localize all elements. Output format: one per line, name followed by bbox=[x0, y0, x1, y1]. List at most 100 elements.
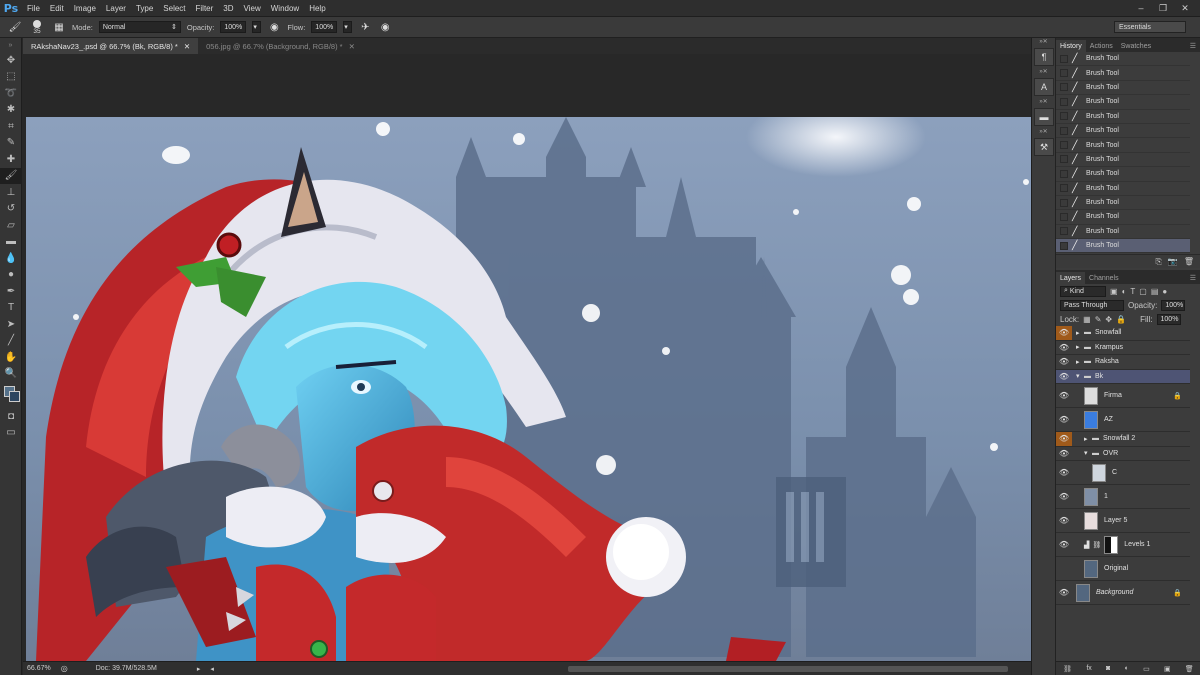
menu-select[interactable]: Select bbox=[158, 0, 190, 17]
brush-tool-icon[interactable]: 🖌 bbox=[0, 167, 22, 184]
history-source-checkbox[interactable] bbox=[1060, 184, 1068, 193]
layer-row[interactable]: 👁 Background 🔒 bbox=[1056, 581, 1190, 605]
history-item[interactable]: ╱ Brush Tool bbox=[1056, 81, 1190, 96]
layer-row[interactable]: 👁 ▸ ▬ Raksha bbox=[1056, 355, 1190, 370]
filter-toggle-icon[interactable]: ● bbox=[1162, 287, 1167, 296]
history-item[interactable]: ╱ Brush Tool bbox=[1056, 196, 1190, 211]
menu-file[interactable]: File bbox=[22, 0, 45, 17]
dock-collapse-icon[interactable]: »✕ bbox=[1032, 98, 1055, 106]
close-icon[interactable]: ✕ bbox=[349, 42, 355, 51]
brush-presets-icon[interactable]: ▬ bbox=[1034, 108, 1054, 126]
history-brush-tool-icon[interactable]: ↺ bbox=[0, 201, 22, 218]
eraser-tool-icon[interactable]: ▱ bbox=[0, 217, 22, 234]
history-source-checkbox[interactable] bbox=[1060, 112, 1068, 121]
history-source-checkbox[interactable] bbox=[1060, 97, 1068, 106]
gradient-tool-icon[interactable]: ▬ bbox=[0, 234, 22, 251]
flow-dropdown[interactable]: ▾ bbox=[343, 21, 353, 33]
pressure-opacity-icon[interactable]: ◉ bbox=[267, 20, 281, 34]
filter-shape-icon[interactable]: ▢ bbox=[1139, 287, 1147, 296]
history-item[interactable]: ╱ Brush Tool bbox=[1056, 210, 1190, 225]
lock-pixels-icon[interactable]: ✎ bbox=[1095, 315, 1102, 324]
opacity-field[interactable]: 100% bbox=[220, 21, 247, 33]
magic-wand-tool-icon[interactable]: ✱ bbox=[0, 102, 22, 119]
dock-collapse-icon[interactable]: »✕ bbox=[1032, 68, 1055, 76]
history-source-checkbox[interactable] bbox=[1060, 198, 1068, 207]
history-source-checkbox[interactable] bbox=[1060, 69, 1068, 78]
visibility-eye-icon[interactable]: 👁 bbox=[1056, 370, 1072, 384]
healing-tool-icon[interactable]: ✚ bbox=[0, 151, 22, 168]
menu-layer[interactable]: Layer bbox=[101, 0, 131, 17]
menu-3d[interactable]: 3D bbox=[218, 0, 238, 17]
lock-all-icon[interactable]: 🔒 bbox=[1116, 315, 1126, 324]
history-source-checkbox[interactable] bbox=[1060, 241, 1068, 250]
visibility-eye-icon[interactable]: 👁 bbox=[1056, 485, 1072, 508]
filter-type-icon[interactable]: T bbox=[1130, 287, 1135, 296]
chevron-down-icon[interactable]: ▾ bbox=[1084, 449, 1092, 457]
hand-tool-icon[interactable]: ✋ bbox=[0, 349, 22, 366]
brush-icon[interactable]: 🖌 bbox=[8, 20, 22, 34]
visibility-eye-icon[interactable]: 👁 bbox=[1056, 326, 1072, 340]
brush-preset-picker[interactable]: 35 bbox=[28, 19, 46, 35]
history-source-checkbox[interactable] bbox=[1060, 169, 1068, 178]
status-menu-icon[interactable]: ▸ bbox=[197, 665, 201, 673]
layer-row[interactable]: 👁 Layer 5 bbox=[1056, 509, 1190, 533]
visibility-eye-icon[interactable]: 👁 bbox=[1056, 432, 1072, 446]
export-icon[interactable]: ◎ bbox=[61, 664, 68, 673]
history-source-checkbox[interactable] bbox=[1060, 141, 1068, 150]
crop-tool-icon[interactable]: ⌗ bbox=[0, 118, 22, 135]
history-item[interactable]: ╱ Brush Tool bbox=[1056, 138, 1190, 153]
close-icon[interactable]: ✕ bbox=[184, 42, 190, 51]
visibility-eye-icon[interactable]: 👁 bbox=[1056, 533, 1072, 556]
move-tool-icon[interactable]: ✥ bbox=[0, 52, 22, 69]
tab-layers[interactable]: Layers bbox=[1056, 272, 1086, 284]
screen-mode-icon[interactable]: ▭ bbox=[0, 425, 22, 442]
history-item[interactable]: ╱ Brush Tool bbox=[1056, 239, 1190, 254]
character-icon[interactable]: A bbox=[1034, 78, 1054, 96]
visibility-eye-icon[interactable]: 👁 bbox=[1056, 355, 1072, 369]
tab-channels[interactable]: Channels bbox=[1085, 272, 1123, 284]
menu-type[interactable]: Type bbox=[131, 0, 158, 17]
history-source-checkbox[interactable] bbox=[1060, 212, 1068, 221]
layer-row[interactable]: 👁 1 bbox=[1056, 485, 1190, 509]
paragraph-icon[interactable]: ¶ bbox=[1034, 48, 1054, 66]
history-item[interactable]: ╱ Brush Tool bbox=[1056, 167, 1190, 182]
eyedropper-tool-icon[interactable]: ✎ bbox=[0, 135, 22, 152]
zoom-tool-icon[interactable]: 🔍 bbox=[0, 366, 22, 383]
history-source-checkbox[interactable] bbox=[1060, 83, 1068, 92]
opacity-dropdown[interactable]: ▾ bbox=[252, 21, 262, 33]
maximize-button[interactable]: ❐ bbox=[1154, 2, 1172, 14]
scroll-left-icon[interactable]: ◂ bbox=[210, 665, 214, 673]
chevron-right-icon[interactable]: ▸ bbox=[1084, 435, 1092, 443]
chevron-right-icon[interactable]: ▸ bbox=[1076, 358, 1084, 366]
menu-help[interactable]: Help bbox=[304, 0, 330, 17]
dock-collapse-icon[interactable]: »✕ bbox=[1032, 38, 1055, 46]
history-source-checkbox[interactable] bbox=[1060, 227, 1068, 236]
horizontal-scrollbar[interactable] bbox=[568, 666, 1008, 672]
tab-actions[interactable]: Actions bbox=[1086, 40, 1117, 52]
menu-window[interactable]: Window bbox=[266, 0, 304, 17]
history-source-checkbox[interactable] bbox=[1060, 54, 1068, 63]
adjustment-layer-icon[interactable]: ◐ bbox=[1125, 665, 1129, 672]
document-canvas[interactable] bbox=[26, 117, 1054, 661]
layer-row[interactable]: 👁 ▸ ▬ Krampus bbox=[1056, 341, 1190, 355]
marquee-tool-icon[interactable]: ⬚ bbox=[0, 69, 22, 86]
pressure-size-icon[interactable]: ◉ bbox=[378, 20, 392, 34]
new-group-icon[interactable]: ▭ bbox=[1143, 665, 1150, 673]
path-selection-tool-icon[interactable]: ➤ bbox=[0, 316, 22, 333]
airbrush-icon[interactable]: ✈ bbox=[358, 20, 372, 34]
add-mask-icon[interactable]: ◙ bbox=[1106, 665, 1110, 672]
fx-icon[interactable]: fx bbox=[1086, 665, 1091, 672]
tab-swatches[interactable]: Swatches bbox=[1117, 40, 1155, 52]
flow-field[interactable]: 100% bbox=[311, 21, 338, 33]
visibility-eye-icon[interactable]: 👁 bbox=[1056, 408, 1072, 431]
blend-mode-select[interactable]: Pass Through bbox=[1060, 299, 1124, 311]
dodge-tool-icon[interactable]: ● bbox=[0, 267, 22, 284]
collapse-icon[interactable]: » bbox=[0, 38, 21, 52]
history-source-checkbox[interactable] bbox=[1060, 155, 1068, 164]
filter-adjustment-icon[interactable]: ◐ bbox=[1122, 287, 1127, 296]
visibility-eye-icon[interactable]: 👁 bbox=[1056, 509, 1072, 532]
delete-state-icon[interactable]: 🗑 bbox=[1184, 257, 1194, 266]
doc-tab-inactive[interactable]: 056.jpg @ 66.7% (Background, RGB/8) * ✕ bbox=[198, 38, 363, 54]
history-source-checkbox[interactable] bbox=[1060, 126, 1068, 135]
minimize-button[interactable]: – bbox=[1132, 2, 1150, 14]
